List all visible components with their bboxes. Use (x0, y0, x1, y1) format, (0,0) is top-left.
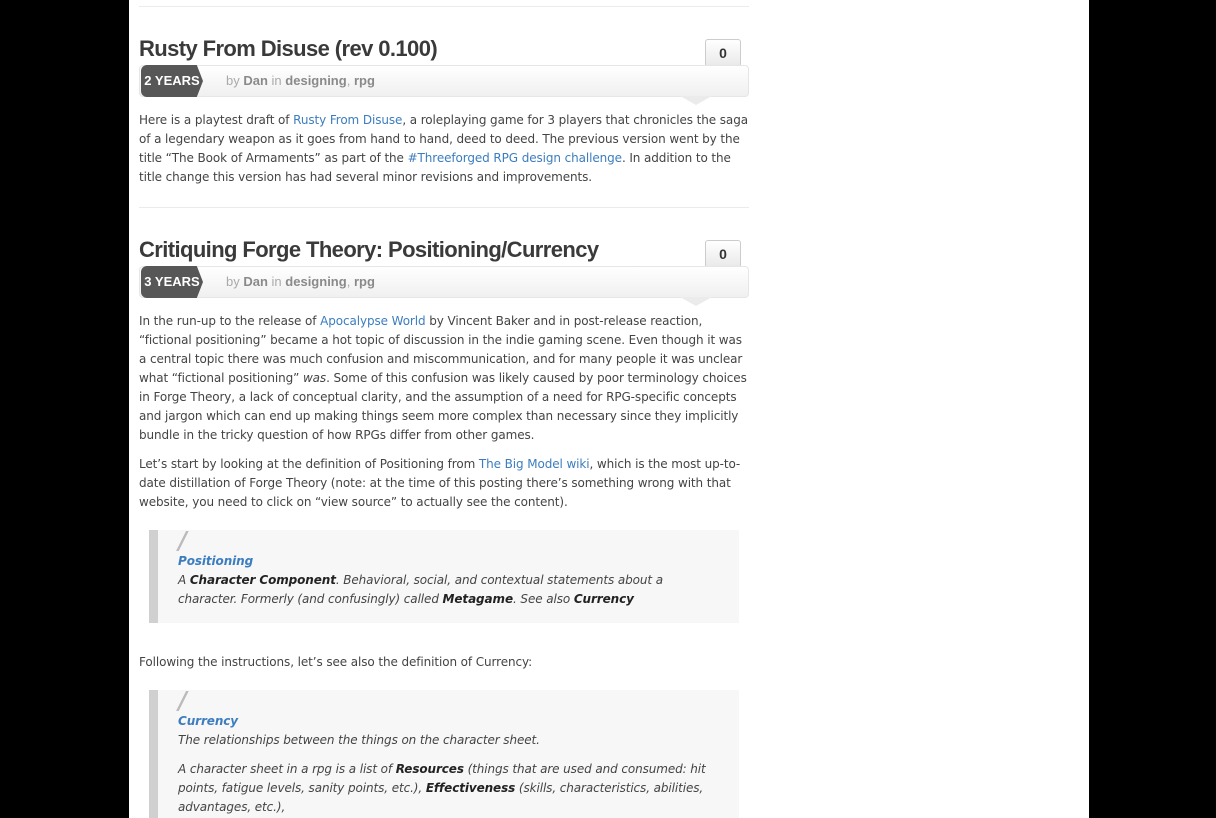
post-meta-bar: 3 YEARS by Dan in designing, rpg (139, 266, 749, 306)
divider (139, 6, 749, 7)
quote-mark-icon: / (178, 526, 187, 555)
divider (139, 207, 749, 208)
category-designing-link[interactable]: designing (285, 73, 346, 88)
category-rpg-link[interactable]: rpg (354, 274, 375, 289)
text: A (178, 573, 190, 587)
bold-term: Metagame (442, 592, 514, 606)
post-age-badge: 2 YEARS (141, 65, 203, 97)
bold-term: Effectiveness (425, 781, 516, 795)
post-age-badge: 3 YEARS (141, 266, 203, 298)
emphasis: was (302, 371, 327, 385)
comment-count-badge[interactable]: 0 (705, 240, 741, 274)
currency-link[interactable]: Currency (178, 714, 238, 728)
quote-body: A Character Component. Behavioral, socia… (178, 571, 719, 609)
quote-mark-icon: / (178, 686, 187, 715)
author-link[interactable]: Dan (243, 73, 268, 88)
quote-currency: / Currency The relationships between the… (149, 686, 739, 818)
apocalypse-world-link[interactable]: Apocalypse World (320, 314, 426, 328)
bold-term: Resources (395, 762, 464, 776)
category-rpg-link[interactable]: rpg (354, 73, 375, 88)
meta-notch (680, 96, 712, 105)
post-title[interactable]: Rusty From Disuse (rev 0.100) (139, 35, 749, 63)
quote-body: A character sheet in a rpg is a list of … (178, 760, 719, 817)
post-paragraph: Let’s start by looking at the definition… (139, 455, 749, 512)
text: A character sheet in a rpg is a list of (178, 762, 396, 776)
meta-notch (680, 297, 712, 306)
quote-term: Positioning (178, 552, 719, 571)
quote-term: Currency (178, 712, 719, 731)
post-title[interactable]: Critiquing Forge Theory: Positioning/Cur… (139, 236, 749, 264)
text: . See also (513, 592, 574, 606)
rusty-from-disuse-link[interactable]: Rusty From Disuse (293, 113, 402, 127)
category-designing-link[interactable]: designing (285, 274, 346, 289)
in-label: in (271, 274, 282, 289)
quote-positioning: / Positioning A Character Component. Beh… (149, 526, 739, 623)
comment-count-badge[interactable]: 0 (705, 39, 741, 73)
category-separator: , (346, 73, 351, 88)
post-list: 0 Rusty From Disuse (rev 0.100) 2 YEARS … (139, 0, 749, 818)
page: 0 Rusty From Disuse (rev 0.100) 2 YEARS … (129, 0, 1089, 818)
bold-term: Currency (573, 592, 634, 606)
by-label: by (226, 73, 240, 88)
by-label: by (226, 274, 240, 289)
positioning-link[interactable]: Positioning (178, 554, 253, 568)
category-separator: , (346, 274, 351, 289)
text: In the run-up to the release of (139, 314, 321, 328)
text: Here is a playtest draft of (139, 113, 294, 127)
post-paragraph: In the run-up to the release of Apocalyp… (139, 312, 749, 445)
post-critiquing-forge-theory: 0 Critiquing Forge Theory: Positioning/C… (139, 236, 749, 818)
big-model-wiki-link[interactable]: The Big Model wiki (479, 457, 590, 471)
post-meta-bar: 2 YEARS by Dan in designing, rpg (139, 65, 749, 105)
byline: by Dan in designing, rpg (226, 73, 375, 88)
text: Let’s start by looking at the definition… (139, 457, 479, 471)
in-label: in (271, 73, 282, 88)
post-excerpt: Here is a playtest draft of Rusty From D… (139, 111, 749, 187)
byline: by Dan in designing, rpg (226, 274, 375, 289)
author-link[interactable]: Dan (243, 274, 268, 289)
post-rusty-from-disuse: 0 Rusty From Disuse (rev 0.100) 2 YEARS … (139, 35, 749, 187)
threeforged-link[interactable]: #Threeforged RPG design challenge (408, 151, 622, 165)
bold-term: Character Component (189, 573, 336, 587)
quote-body: The relationships between the things on … (178, 733, 540, 747)
post-paragraph: Following the instructions, let’s see al… (139, 655, 533, 669)
